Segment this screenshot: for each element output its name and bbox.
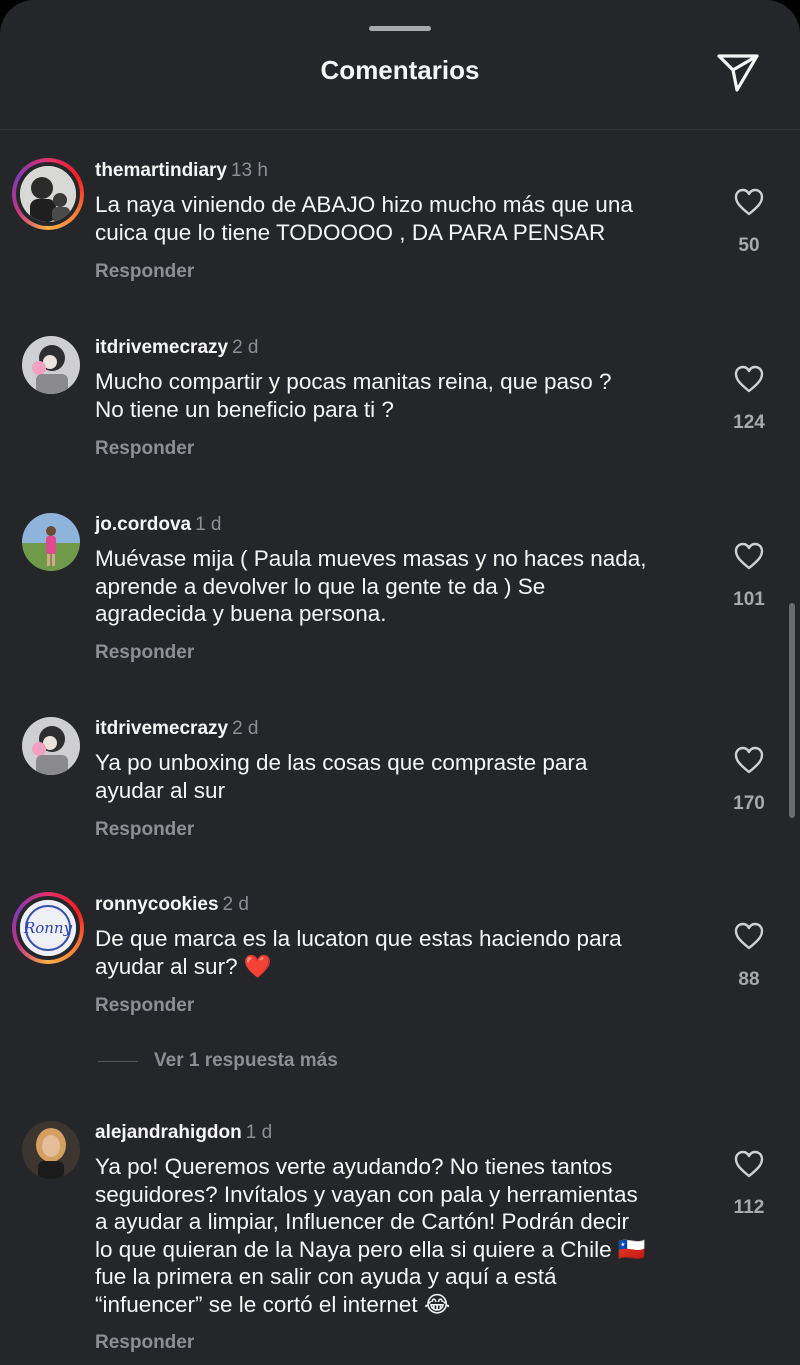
comment-meta: alejandrahigdon 1 d [95,1122,272,1144]
comment-meta: jo.cordova 1 d [95,514,222,536]
divider [98,1060,138,1062]
avatar [20,166,76,222]
comment-meta: themartindiary 13 h [95,160,268,182]
view-more-replies[interactable]: Ver 1 respuesta más [98,1049,338,1073]
comment-text: Ya po unboxing de las cosas que comprast… [95,750,588,803]
username[interactable]: jo.cordova [95,514,191,535]
page-title: Comentarios [320,55,480,85]
like-count: 112 [733,1197,765,1218]
header: Comentarios [0,0,800,130]
comment-text: Mucho compartir y pocas manitas reina, q… [95,369,612,422]
comment-meta: itdrivemecrazy 2 d [95,337,259,359]
story-ring[interactable] [12,158,84,230]
like-count: 101 [733,589,765,610]
timestamp: 13 h [230,160,268,181]
heart-icon[interactable] [734,1150,764,1178]
comment-text: Ya po! Queremos verte ayudando? No tiene… [95,1154,646,1317]
reply-button[interactable]: Responder [95,261,194,283]
heart-icon[interactable] [734,922,764,950]
avatar[interactable] [22,717,80,775]
comment-meta: ronnycookies 2 d [95,894,249,916]
reply-button[interactable]: Responder [95,819,194,841]
story-ring[interactable]: Ronny [12,892,84,964]
comment-meta: itdrivemecrazy 2 d [95,718,259,740]
reply-button[interactable]: Responder [95,995,194,1017]
timestamp: 1 d [195,514,222,535]
heart-icon[interactable] [734,188,764,216]
reply-button[interactable]: Responder [95,642,194,664]
svg-text:Ronny: Ronny [23,919,73,937]
reply-button[interactable]: Responder [95,1332,194,1354]
comment-text: Muévase mija ( Paula mueves masas y no h… [95,546,647,626]
heart-icon[interactable] [734,542,764,570]
like-count: 124 [733,412,765,433]
comment-text: De que marca es la lucaton que estas hac… [95,926,622,979]
timestamp: 2 d [222,894,249,915]
username[interactable]: itdrivemecrazy [95,718,228,739]
avatar[interactable] [22,1121,80,1179]
like-count: 170 [733,793,765,814]
avatar[interactable] [22,513,80,571]
timestamp: 2 d [232,718,259,739]
view-more-replies-label[interactable]: Ver 1 respuesta más [154,1050,338,1072]
comments-sheet: Comentarios themartindiary 13 h La naya v… [0,0,800,1365]
avatar[interactable] [22,336,80,394]
username[interactable]: themartindiary [95,160,227,181]
username[interactable]: ronnycookies [95,894,219,915]
like-count: 50 [738,235,760,256]
comment-text: La naya viniendo de ABAJO hizo mucho más… [95,192,633,245]
send-icon[interactable] [715,50,761,94]
reply-button[interactable]: Responder [95,438,194,460]
username[interactable]: alejandrahigdon [95,1122,242,1143]
like-count: 88 [738,969,760,990]
avatar: Ronny [20,900,76,956]
username[interactable]: itdrivemecrazy [95,337,228,358]
heart-icon[interactable] [734,365,764,393]
heart-icon[interactable] [734,746,764,774]
timestamp: 2 d [232,337,259,358]
timestamp: 1 d [245,1122,273,1143]
scrollbar[interactable] [789,603,795,818]
